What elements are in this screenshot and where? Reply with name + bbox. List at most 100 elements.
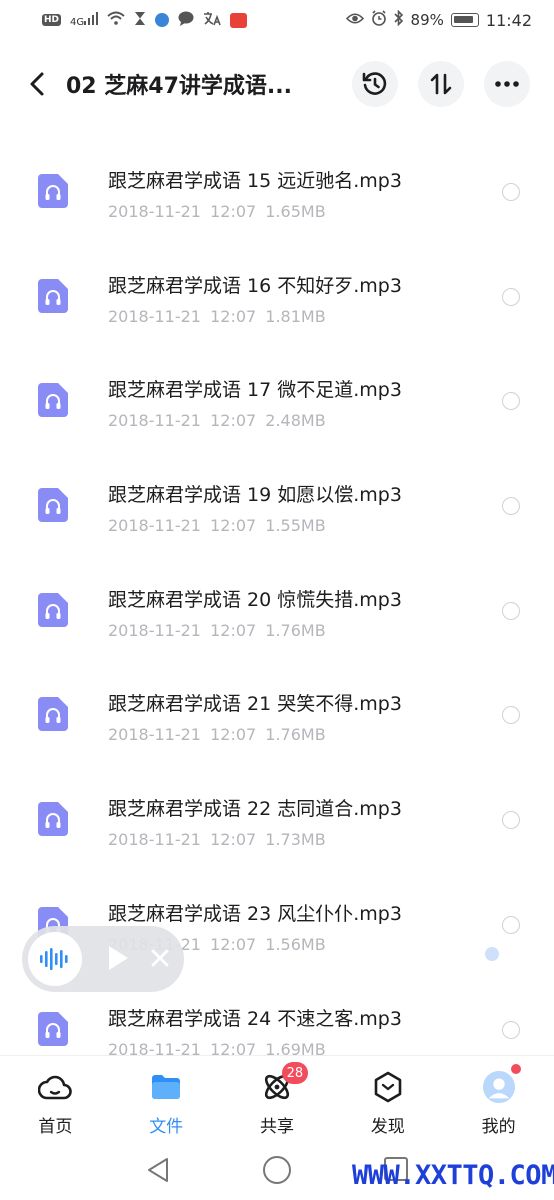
battery-icon [450, 13, 479, 27]
status-left: HD 4G [42, 11, 248, 30]
translate-icon [203, 11, 221, 30]
file-size: 1.56MB [265, 934, 326, 954]
file-time: 12:07 [210, 620, 257, 640]
file-row[interactable]: 跟芝麻君学成语 16 不知好歹.mp3 2018-11-21 12:07 1.81… [0, 231, 554, 336]
floating-indicator-dot [485, 947, 499, 961]
file-meta: 2018-11-21 12:07 1.76MB [108, 621, 326, 640]
eye-icon [345, 11, 364, 29]
file-date: 2018-11-21 [108, 516, 201, 536]
audio-file-icon [38, 488, 68, 523]
file-meta: 2018-11-21 12:07 1.65MB [108, 202, 326, 221]
file-name: 跟芝麻君学成语 20 惊慌失措.mp3 [108, 588, 402, 611]
history-button[interactable] [352, 61, 398, 107]
file-time: 12:07 [210, 725, 257, 745]
file-name: 跟芝麻君学成语 17 微不足道.mp3 [108, 379, 402, 402]
alarm-icon [371, 10, 387, 30]
file-date: 2018-11-21 [108, 306, 201, 326]
system-back-button[interactable] [146, 1156, 170, 1188]
system-home-button[interactable] [263, 1156, 291, 1184]
select-radio[interactable] [502, 497, 520, 516]
wifi-icon [107, 11, 125, 29]
select-radio[interactable] [502, 183, 520, 201]
file-time: 12:07 [210, 830, 257, 850]
close-icon [151, 949, 169, 967]
select-radio[interactable] [502, 811, 520, 830]
file-name: 跟芝麻君学成语 23 风尘仆仆.mp3 [108, 902, 402, 925]
notification-dot [511, 1064, 522, 1074]
app-notification-icon-red [230, 12, 248, 28]
audio-file-icon [38, 174, 68, 208]
more-button[interactable] [484, 61, 530, 107]
select-radio[interactable] [502, 287, 520, 306]
file-size: 1.76MB [265, 725, 326, 745]
hd-icon: HD [42, 14, 62, 26]
file-date: 2018-11-21 [108, 830, 201, 850]
hourglass-icon [134, 11, 146, 30]
file-row[interactable]: 跟芝麻君学成语 19 如愿以偿.mp3 2018-11-21 12:07 1.55… [0, 440, 554, 545]
nav-home[interactable]: 首页 [0, 1056, 111, 1140]
file-meta: 2018-11-21 12:07 1.76MB [108, 725, 326, 744]
select-radio[interactable] [502, 392, 520, 411]
top-bar: 02 芝麻47讲学成语... [0, 54, 554, 114]
back-button[interactable] [22, 66, 52, 102]
select-radio[interactable] [502, 915, 520, 934]
file-time: 12:07 [210, 934, 257, 954]
status-bar: HD 4G 89% 11:42 [0, 0, 554, 40]
chevron-left-icon [30, 72, 44, 96]
file-time: 12:07 [210, 306, 257, 326]
select-radio[interactable] [502, 601, 520, 620]
nav-files[interactable]: 文件 [111, 1056, 222, 1140]
file-name: 跟芝麻君学成语 19 如愿以偿.mp3 [108, 484, 402, 507]
more-icon [495, 81, 519, 87]
file-meta: 2018-11-21 12:07 1.81MB [108, 307, 326, 326]
audio-file-icon [38, 278, 68, 313]
audio-wave-icon[interactable] [28, 932, 82, 986]
triangle-back-icon [148, 1158, 168, 1182]
battery-percent: 89% [410, 11, 444, 29]
play-button[interactable] [106, 944, 130, 976]
clock-time: 11:42 [485, 10, 532, 30]
file-row[interactable]: 跟芝麻君学成语 20 惊慌失措.mp3 2018-11-21 12:07 1.76… [0, 545, 554, 650]
audio-file-icon [38, 697, 68, 732]
file-meta: 2018-11-21 12:07 1.55MB [108, 516, 326, 535]
history-icon [362, 72, 387, 95]
close-player-button[interactable] [150, 948, 170, 972]
file-date: 2018-11-21 [108, 620, 201, 640]
file-size: 1.65MB [265, 202, 326, 221]
file-size: 1.81MB [265, 306, 326, 326]
nav-discover-label: 发现 [370, 1117, 405, 1137]
file-name: 跟芝麻君学成语 22 志同道合.mp3 [108, 798, 402, 821]
audio-file-icon [38, 802, 68, 837]
nav-share-label: 共享 [259, 1117, 294, 1137]
file-name: 跟芝麻君学成语 16 不知好歹.mp3 [108, 274, 402, 297]
file-size: 1.73MB [265, 830, 326, 850]
nav-mine[interactable]: 我的 [443, 1056, 554, 1140]
file-date: 2018-11-21 [108, 411, 201, 431]
nav-home-label: 首页 [38, 1117, 73, 1137]
sort-button[interactable] [418, 61, 464, 107]
nav-discover[interactable]: 发现 [332, 1056, 443, 1140]
file-meta: 2018-11-21 12:07 2.48MB [108, 411, 326, 430]
nav-mine-label: 我的 [481, 1117, 516, 1137]
watermark-text: WWW.XXTTQ.COM [352, 1160, 554, 1191]
file-row[interactable]: 跟芝麻君学成语 21 哭笑不得.mp3 2018-11-21 12:07 1.76… [0, 649, 554, 754]
file-row[interactable]: 跟芝麻君学成语 15 远近驰名.mp3 2018-11-21 12:07 1.65… [0, 126, 554, 231]
message-icon [178, 11, 194, 30]
audio-file-icon [38, 592, 68, 627]
bottom-nav: 首页 文件 28 共享 发现 我的 [0, 1055, 554, 1140]
file-date: 2018-11-21 [108, 202, 201, 221]
bluetooth-icon [393, 9, 404, 30]
mini-player[interactable] [22, 926, 184, 992]
audio-file-icon [38, 383, 68, 418]
select-radio[interactable] [502, 706, 520, 725]
file-time: 12:07 [210, 516, 257, 536]
file-date: 2018-11-21 [108, 725, 201, 745]
select-radio[interactable] [502, 1020, 520, 1039]
file-time: 12:07 [210, 202, 257, 221]
app-notification-icon [155, 13, 170, 27]
play-icon [109, 946, 128, 970]
file-row[interactable]: 跟芝麻君学成语 17 微不足道.mp3 2018-11-21 12:07 2.48… [0, 335, 554, 440]
file-meta: 2018-11-21 12:07 1.73MB [108, 830, 326, 849]
file-row[interactable]: 跟芝麻君学成语 22 志同道合.mp3 2018-11-21 12:07 1.73… [0, 754, 554, 859]
nav-share[interactable]: 28 共享 [222, 1056, 333, 1140]
